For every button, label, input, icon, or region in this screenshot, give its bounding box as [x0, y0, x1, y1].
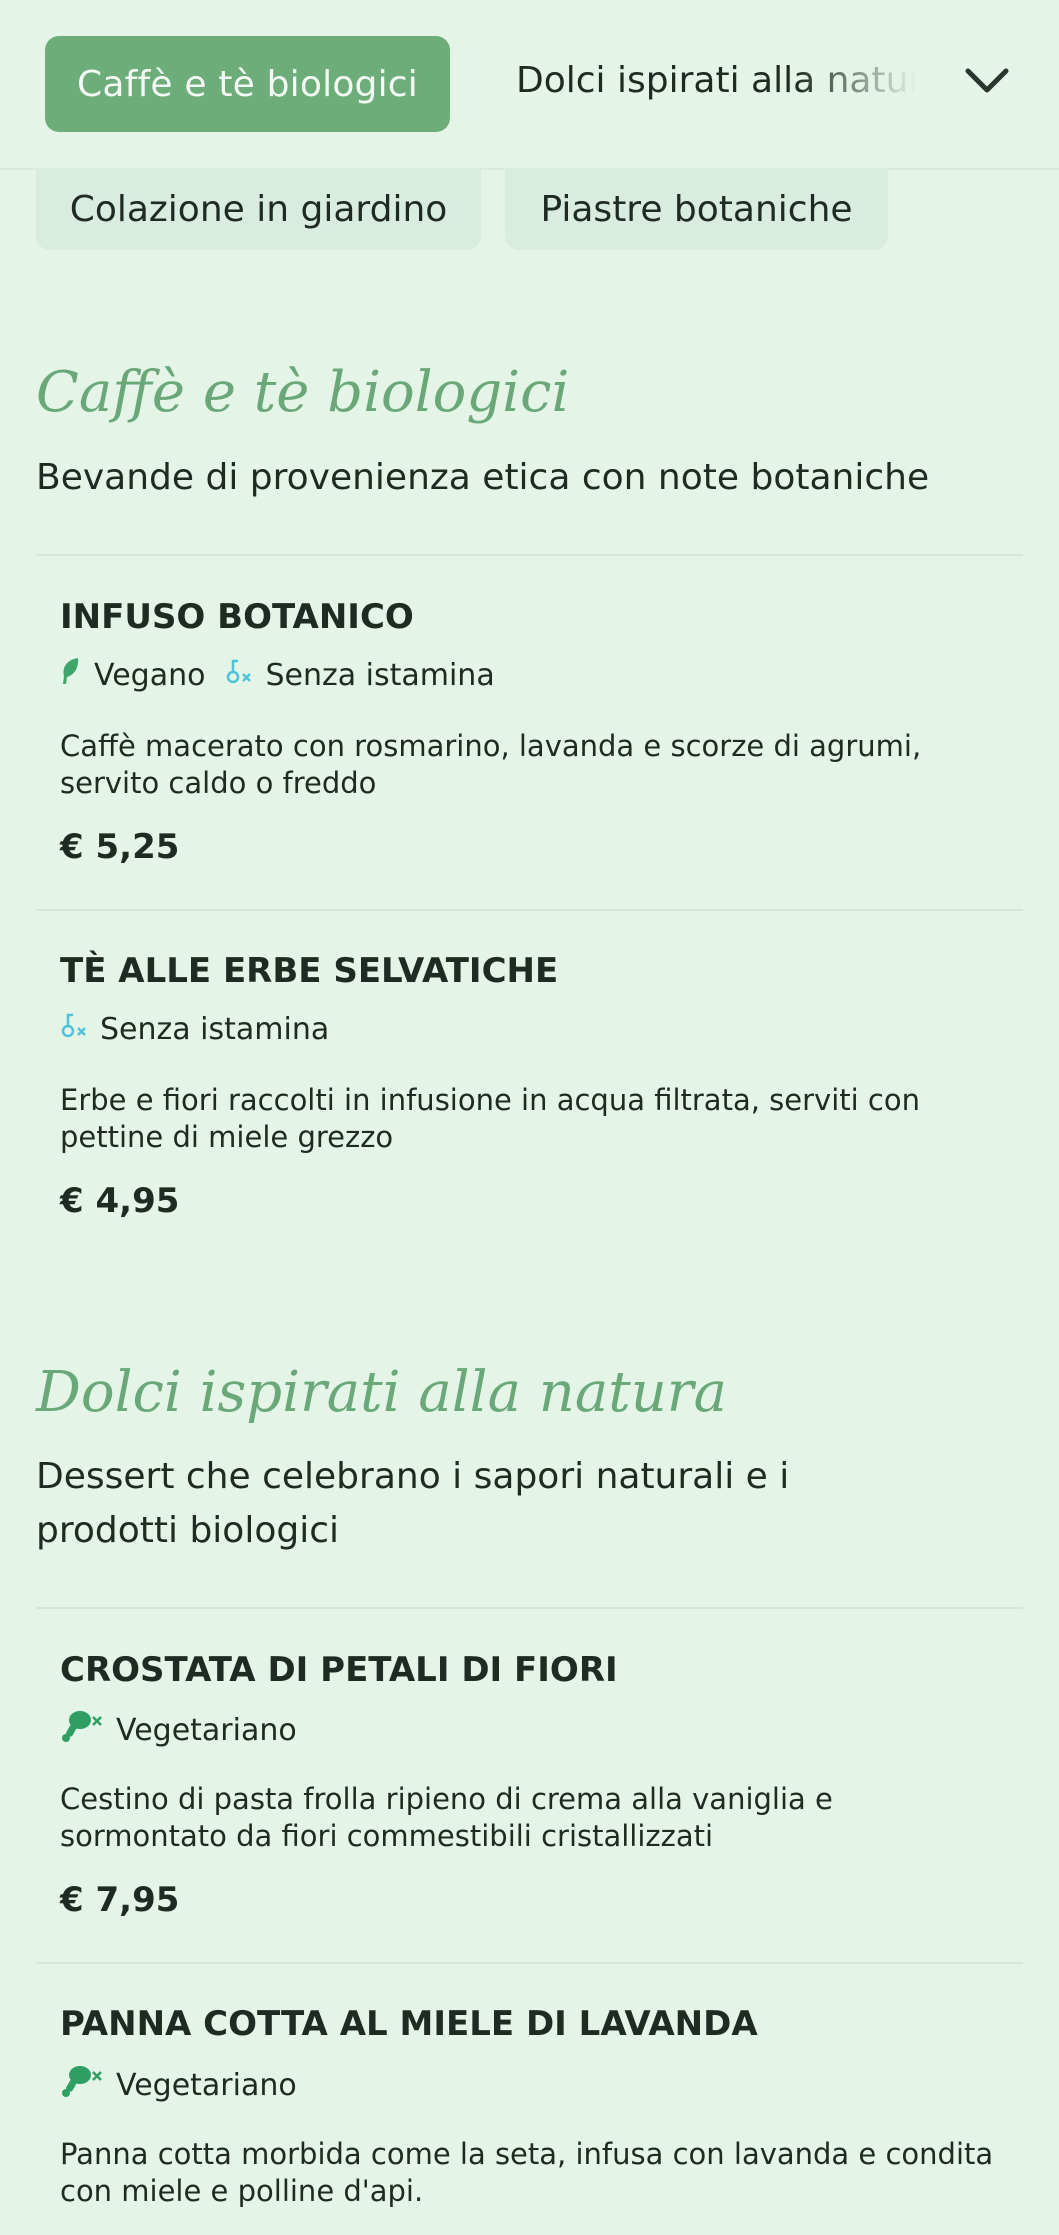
- drumstick-crossed-icon: [60, 2064, 116, 2106]
- dietary-tags: Vegetariano: [60, 2064, 317, 2106]
- histamine-free-icon: [225, 656, 265, 694]
- tag-histamine-free: Senza istamina: [225, 656, 495, 694]
- menu-item-price: € 4,95: [60, 1181, 180, 1221]
- divider: [36, 1962, 1023, 1964]
- chevron-down-icon[interactable]: [962, 62, 1012, 102]
- tab-colazione[interactable]: Colazione in giardino: [36, 168, 481, 250]
- tab-caffe-te[interactable]: Caffè e tè biologici: [45, 36, 450, 132]
- menu-item-description: Panna cotta morbida come la seta, infusa…: [60, 2137, 994, 2208]
- menu-item-price: € 7,95: [60, 1880, 180, 1920]
- menu-item-name: TÈ ALLE ERBE SELVATICHE: [60, 951, 559, 991]
- section-description: Bevande di provenienza etica con note bo…: [36, 457, 930, 498]
- section-title: Dolci ispirati alla natura: [36, 1360, 727, 1425]
- leaf-icon: [60, 656, 94, 694]
- dietary-tags: Senza istamina: [60, 1010, 349, 1048]
- menu-item-description: Caffè macerato con rosmarino, lavanda e …: [60, 729, 922, 800]
- tag-vegetarian: Vegetariano: [60, 1709, 297, 1751]
- category-nav: Caffè e tè biologici Dolci ispirati alla…: [0, 0, 1059, 170]
- divider: [36, 909, 1023, 911]
- tag-vegan: Vegano: [60, 656, 205, 694]
- section-title: Caffè e tè biologici: [36, 360, 570, 425]
- menu-item-description: Cestino di pasta frolla ripieno di crema…: [60, 1782, 833, 1853]
- tab-dolci[interactable]: Dolci ispirati alla natura: [516, 60, 916, 110]
- menu-item-description: Erbe e fiori raccolti in infusione in ac…: [60, 1083, 920, 1154]
- menu-item-price: € 5,25: [60, 827, 180, 867]
- dietary-tags: Vegano Senza istamina: [60, 656, 515, 694]
- menu-item-name: INFUSO BOTANICO: [60, 597, 414, 637]
- tab-piastre[interactable]: Piastre botaniche: [505, 168, 888, 250]
- divider: [36, 1607, 1023, 1609]
- menu-item-name: PANNA COTTA AL MIELE DI LAVANDA: [60, 2004, 758, 2044]
- tag-histamine-free: Senza istamina: [60, 1010, 329, 1048]
- tag-vegetarian: Vegetariano: [60, 2064, 297, 2106]
- section-description: Dessert che celebrano i sapori naturali …: [36, 1456, 790, 1551]
- drumstick-crossed-icon: [60, 1709, 116, 1751]
- dietary-tags: Vegetariano: [60, 1709, 317, 1751]
- divider: [36, 554, 1023, 556]
- histamine-free-icon: [60, 1010, 100, 1048]
- menu-item-name: CROSTATA DI PETALI DI FIORI: [60, 1650, 618, 1690]
